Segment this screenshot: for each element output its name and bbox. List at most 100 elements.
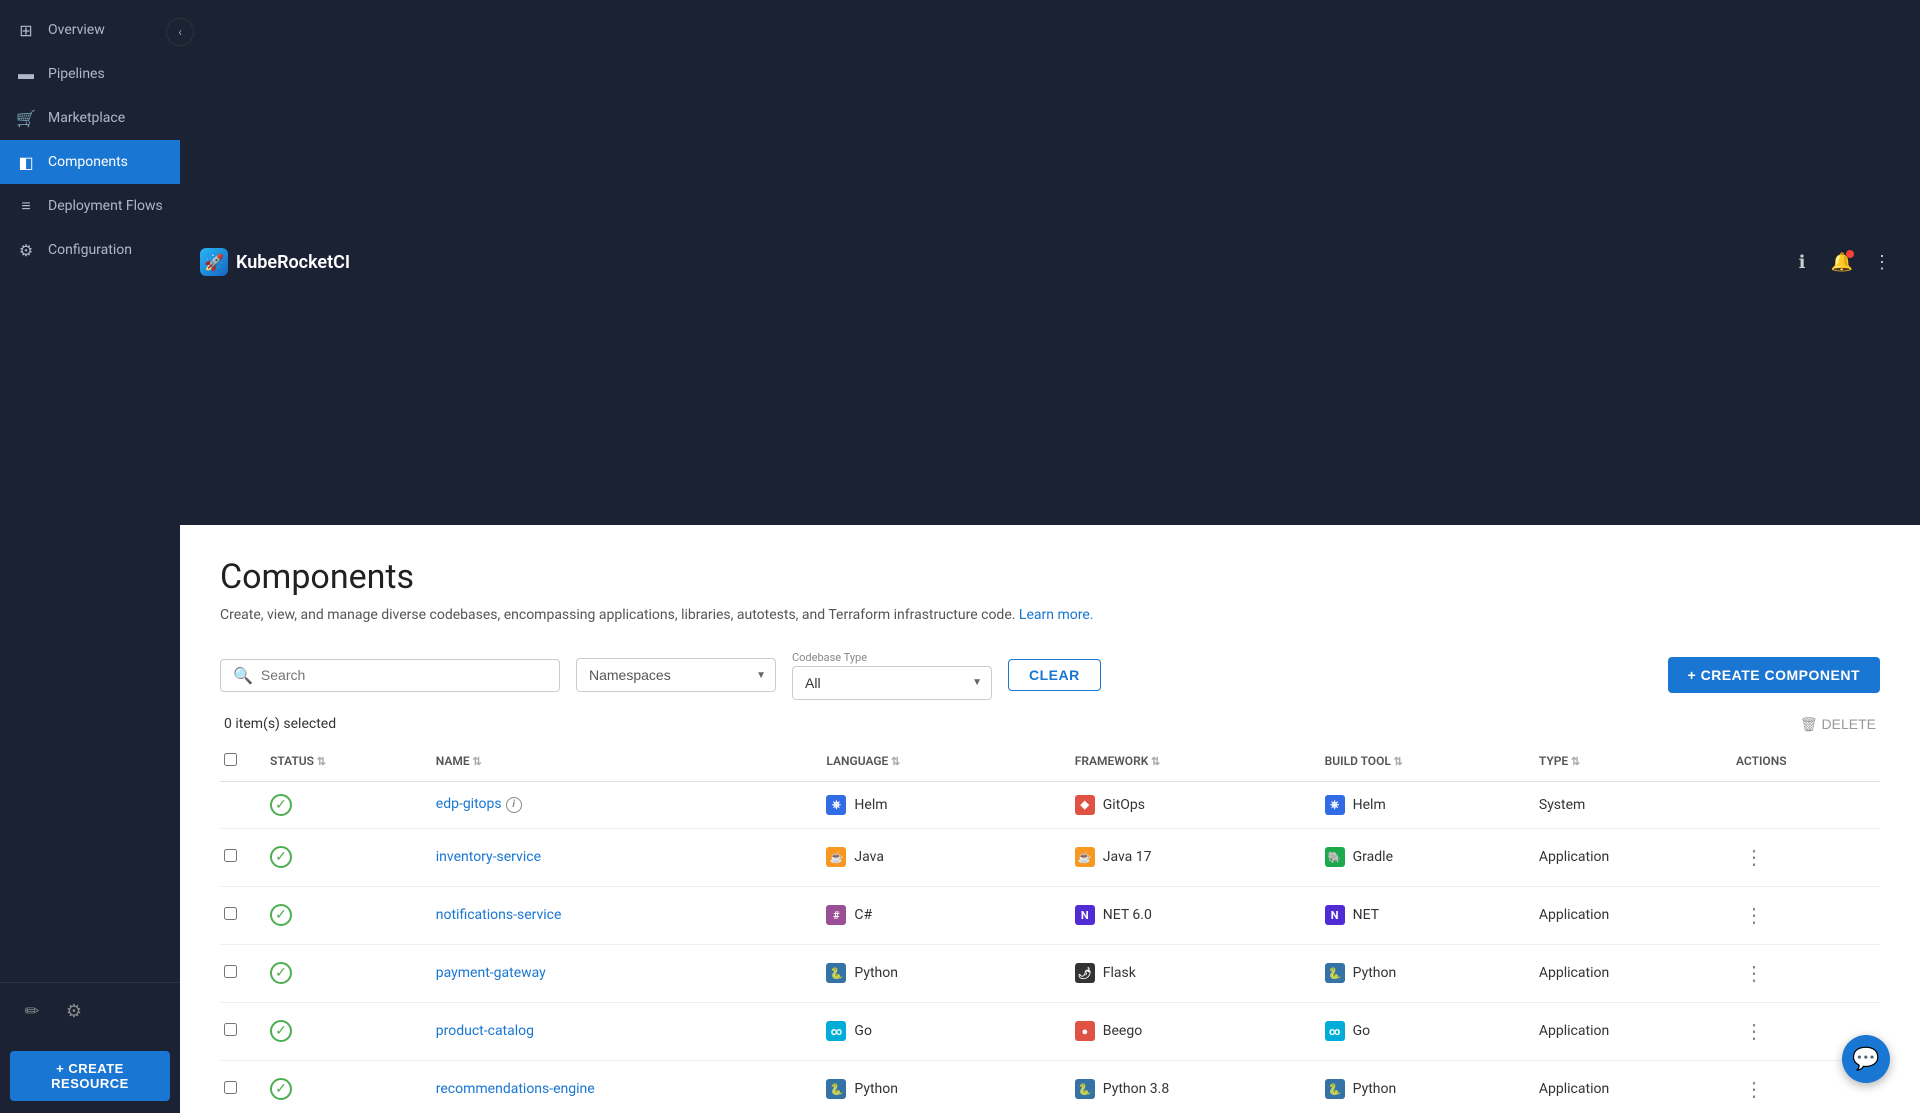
row-checkbox[interactable] bbox=[224, 1081, 237, 1094]
sidebar-item-label-components: Components bbox=[48, 154, 128, 170]
row-actions-button[interactable]: ⋮ bbox=[1736, 899, 1772, 932]
row-name: inventory-service bbox=[426, 828, 817, 886]
col-name[interactable]: Name bbox=[426, 741, 817, 782]
col-status[interactable]: Status bbox=[260, 741, 426, 782]
row-language: #C# bbox=[816, 886, 1064, 944]
pencil-icon-button[interactable]: ✏ bbox=[16, 995, 48, 1027]
create-component-button[interactable]: + CREATE COMPONENT bbox=[1668, 657, 1880, 693]
sidebar-item-marketplace[interactable]: 🛒 Marketplace bbox=[0, 96, 180, 140]
row-checkbox[interactable] bbox=[224, 849, 237, 862]
component-name-link[interactable]: notifications-service bbox=[436, 907, 562, 923]
language-icon: ∞ bbox=[826, 1021, 846, 1041]
col-type[interactable]: Type bbox=[1529, 741, 1726, 782]
select-all-checkbox[interactable] bbox=[224, 753, 237, 766]
framework-text: Java 17 bbox=[1103, 849, 1152, 865]
build-tool-text: Python bbox=[1353, 1081, 1397, 1097]
row-actions-button[interactable]: ⋮ bbox=[1736, 1015, 1772, 1048]
settings-icon-button[interactable]: ⚙ bbox=[58, 995, 90, 1027]
row-checkbox[interactable] bbox=[224, 1023, 237, 1036]
sidebar-item-configuration[interactable]: ⚙ Configuration bbox=[0, 228, 180, 272]
row-framework: 🐍Python 3.8 bbox=[1065, 1060, 1315, 1113]
selected-count: 0 item(s) selected bbox=[224, 716, 336, 732]
row-name: edp-gitopsi bbox=[426, 781, 817, 828]
component-name-link[interactable]: product-catalog bbox=[436, 1023, 534, 1039]
build-tool-text: Go bbox=[1353, 1023, 1371, 1039]
search-input[interactable] bbox=[261, 667, 547, 683]
topbar: 🚀 KubeRocketCI ℹ 🔔 ⋮ bbox=[180, 0, 1920, 525]
language-icon: 🐍 bbox=[826, 963, 846, 983]
components-icon: ◧ bbox=[16, 152, 36, 172]
page-title: Components bbox=[220, 557, 1880, 597]
info-icon-button[interactable]: ℹ bbox=[1784, 244, 1820, 280]
app-container: 🚀 KubeRocketCI ℹ 🔔 ⋮ Components Create, … bbox=[180, 0, 1920, 1113]
delete-button[interactable]: 🗑 DELETE bbox=[1800, 716, 1876, 733]
create-resource-button[interactable]: + CREATE RESOURCE bbox=[10, 1051, 170, 1101]
build-tool-icon: 🐍 bbox=[1325, 963, 1345, 983]
row-status: ✓ bbox=[260, 944, 426, 1002]
codebase-type-select[interactable]: All bbox=[792, 666, 992, 700]
status-ok-icon: ✓ bbox=[270, 846, 292, 868]
row-checkbox[interactable] bbox=[224, 965, 237, 978]
language-icon: ⎈ bbox=[826, 795, 846, 815]
sidebar-item-label-configuration: Configuration bbox=[48, 242, 132, 258]
row-name: notifications-service bbox=[426, 886, 817, 944]
notification-icon-button[interactable]: 🔔 bbox=[1824, 244, 1860, 280]
codebase-type-group: Codebase Type All bbox=[792, 651, 992, 700]
learn-more-link[interactable]: Learn more. bbox=[1019, 607, 1094, 623]
build-tool-text: Helm bbox=[1353, 797, 1386, 813]
pipelines-icon: ▬ bbox=[16, 64, 36, 84]
status-ok-icon: ✓ bbox=[270, 904, 292, 926]
language-text: Go bbox=[854, 1023, 872, 1039]
framework-icon: N bbox=[1075, 905, 1095, 925]
row-checkbox[interactable] bbox=[224, 907, 237, 920]
status-ok-icon: ✓ bbox=[270, 962, 292, 984]
language-icon: 🐍 bbox=[826, 1079, 846, 1099]
search-box: 🔍 bbox=[220, 659, 560, 692]
col-language[interactable]: Language bbox=[816, 741, 1064, 782]
clear-button[interactable]: CLEAR bbox=[1008, 659, 1101, 691]
sidebar-collapse-button[interactable]: ‹ bbox=[166, 18, 194, 46]
component-name-link[interactable]: edp-gitops bbox=[436, 796, 502, 812]
component-name-link[interactable]: recommendations-engine bbox=[436, 1081, 595, 1097]
table-body: ✓edp-gitopsi⎈Helm◆GitOps⎈HelmSystem✓inve… bbox=[220, 781, 1880, 1113]
selected-info-row: 0 item(s) selected 🗑 DELETE bbox=[220, 716, 1880, 733]
chat-fab-button[interactable]: 💬 bbox=[1842, 1035, 1890, 1083]
sidebar-item-deployment-flows[interactable]: ≡ Deployment Flows bbox=[0, 184, 180, 228]
col-build-tool[interactable]: Build Tool bbox=[1315, 741, 1529, 782]
more-options-icon-button[interactable]: ⋮ bbox=[1864, 244, 1900, 280]
row-build-tool: 🐍 Python bbox=[1315, 944, 1529, 1002]
framework-icon: 🐍 bbox=[1075, 1079, 1095, 1099]
framework-text: GitOps bbox=[1103, 797, 1145, 813]
row-framework: N NET 6.0 bbox=[1065, 886, 1315, 944]
sidebar-nav: ⊞ Overview ▬ Pipelines 🛒 Marketplace ◧ C… bbox=[0, 0, 180, 495]
sidebar-item-label-marketplace: Marketplace bbox=[48, 110, 125, 126]
sidebar: ‹ ⊞ Overview ▬ Pipelines 🛒 Marketplace ◧… bbox=[0, 0, 180, 1113]
codebase-type-select-wrapper: All bbox=[792, 666, 992, 700]
framework-icon: ● bbox=[1075, 1021, 1095, 1041]
info-icon[interactable]: i bbox=[506, 797, 522, 813]
build-tool-text: Python bbox=[1353, 965, 1397, 981]
sidebar-bottom: ✏ ⚙ bbox=[0, 982, 180, 1039]
sidebar-item-overview[interactable]: ⊞ Overview bbox=[0, 8, 180, 52]
row-framework: 🌶Flask bbox=[1065, 944, 1315, 1002]
row-actions-button[interactable]: ⋮ bbox=[1736, 957, 1772, 990]
namespace-select-wrapper: Namespaces bbox=[576, 658, 776, 692]
language-text: C# bbox=[854, 907, 872, 923]
row-build-tool: NNET bbox=[1315, 886, 1529, 944]
col-framework[interactable]: Framework bbox=[1065, 741, 1315, 782]
app-logo: 🚀 KubeRocketCI bbox=[200, 248, 350, 276]
row-build-tool: ⎈Helm bbox=[1315, 781, 1529, 828]
component-name-link[interactable]: inventory-service bbox=[436, 849, 541, 865]
row-type: Application bbox=[1529, 828, 1726, 886]
row-actions-button[interactable]: ⋮ bbox=[1736, 841, 1772, 874]
configuration-icon: ⚙ bbox=[16, 240, 36, 260]
component-name-link[interactable]: payment-gateway bbox=[436, 965, 546, 981]
framework-text: NET 6.0 bbox=[1103, 907, 1152, 923]
language-icon: ☕ bbox=[826, 847, 846, 867]
namespace-select[interactable]: Namespaces bbox=[576, 658, 776, 692]
build-tool-icon: 🐍 bbox=[1325, 1079, 1345, 1099]
row-actions-button[interactable]: ⋮ bbox=[1736, 1073, 1772, 1106]
sidebar-item-pipelines[interactable]: ▬ Pipelines bbox=[0, 52, 180, 96]
table-header: Status Name Language Framework Build Too… bbox=[220, 741, 1880, 782]
sidebar-item-components[interactable]: ◧ Components bbox=[0, 140, 180, 184]
